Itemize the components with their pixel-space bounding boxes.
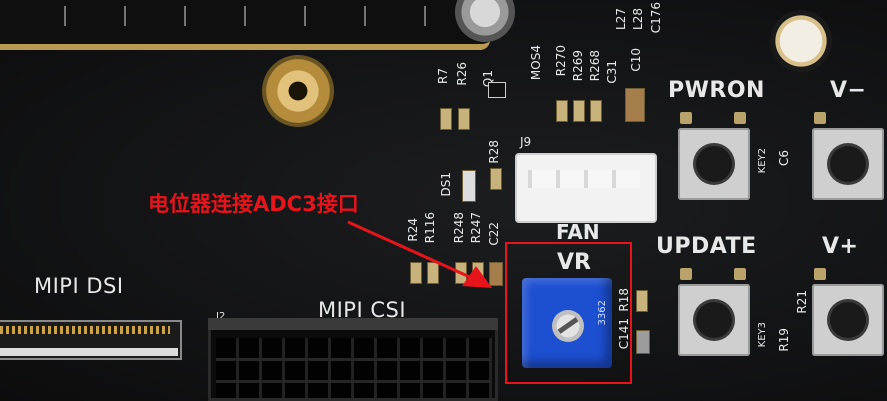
button-pad [734,268,746,280]
module-components [30,6,450,26]
button-pad [814,268,826,280]
annotation-label: 电位器连接ADC3接口 [148,192,359,216]
capacitor [636,330,650,354]
mipi-dsi-label: MIPI DSI [34,274,124,298]
label-r28: R28 [487,140,501,164]
pwron-button-cap[interactable] [696,146,732,182]
label-c31: C31 [605,60,619,84]
mipi-csi-pin-rows [216,358,492,361]
resistor [556,100,568,122]
label-r268: R268 [588,50,602,82]
transistor [488,82,506,98]
led [462,170,476,202]
update-label: UPDATE [656,234,757,259]
label-r21: R21 [795,290,809,314]
label-r19: R19 [777,328,791,352]
label-j9: J9 [520,135,532,149]
label-c176: C176 [649,2,663,34]
vminus-button-cap[interactable] [830,146,866,182]
label-key2: KEY2 [757,148,768,174]
resistor [590,100,602,122]
mipi-dsi-latch [0,348,178,356]
label-key3: KEY3 [757,322,768,348]
button-pad [814,112,826,124]
label-r270: R270 [554,45,568,77]
label-c10: C10 [629,48,643,72]
pwron-label: PWRON [668,78,765,103]
update-button-cap[interactable] [696,302,732,338]
mipi-csi-pin-rows [216,380,492,383]
label-l27: L27 [614,8,628,30]
annotation-arrow-icon [347,220,492,288]
button-pad [680,112,692,124]
fan-connector-slots [528,170,640,188]
resistor [573,100,585,122]
label-ds1: DS1 [439,172,453,197]
button-pad [734,112,746,124]
capacitor [625,88,645,122]
vminus-label: V− [830,78,867,103]
label-r269: R269 [571,50,585,82]
label-l28: L28 [631,8,645,30]
resistor [490,168,502,190]
resistor [636,290,648,312]
vplus-label: V+ [822,234,859,259]
fan-connector [515,153,657,223]
mipi-csi-pins [216,338,492,398]
label-c6: C6 [777,150,791,167]
label-mos4: MOS4 [529,45,543,81]
button-pad [680,268,692,280]
standoff-icon [262,55,334,127]
mipi-dsi-pins [0,326,170,334]
mipi-csi-header-top [208,318,498,330]
mount-hole-icon [770,10,832,72]
potentiometer-marking: 3362 [597,300,608,326]
resistor [458,108,470,130]
label-r7: R7 [436,68,450,84]
pcb-photo: R7 R26 Q1 MOS4 R270 R269 R268 C31 C10 L2… [0,0,887,401]
fan-label: FAN [556,220,600,244]
vr-label: VR [557,250,591,275]
vplus-button-cap[interactable] [830,302,866,338]
resistor [440,108,452,130]
label-r26: R26 [455,62,469,86]
